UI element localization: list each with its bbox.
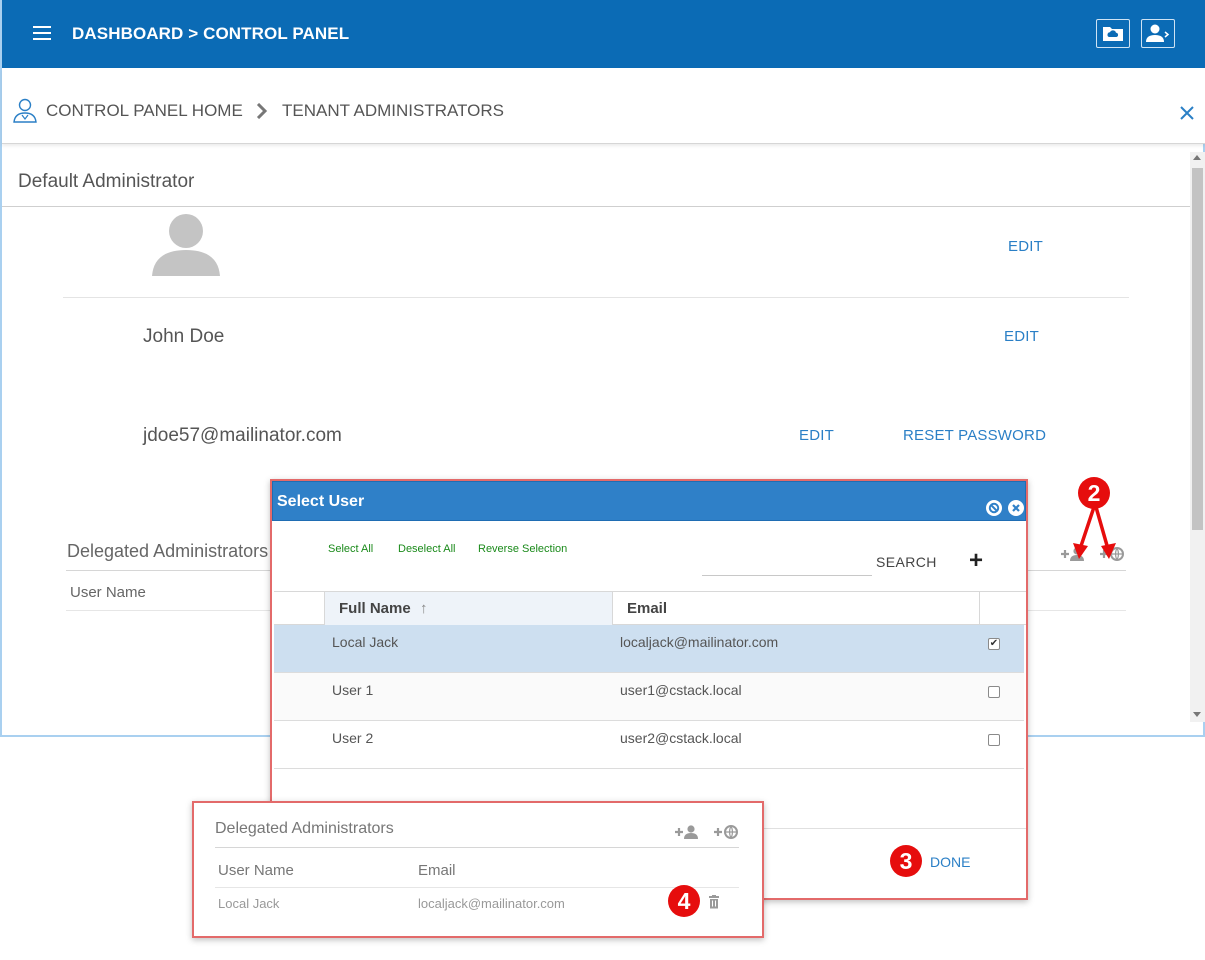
avatar xyxy=(152,212,220,278)
grid-header: Full Name ↑ Email xyxy=(274,591,1026,625)
dialog-header: Select User xyxy=(272,481,1026,521)
cell-username: Local Jack xyxy=(218,896,279,911)
search-input[interactable] xyxy=(702,575,872,576)
row-checkbox[interactable]: ✔ xyxy=(988,638,1000,650)
annotation-badge-3: 3 xyxy=(890,845,922,877)
menu-icon[interactable] xyxy=(33,26,51,42)
cell-fullname: User 2 xyxy=(332,730,373,746)
scrollbar-thumb[interactable] xyxy=(1192,168,1203,530)
delegated-admins-callout: Delegated Administrators User Name Email… xyxy=(192,801,764,938)
divider xyxy=(979,592,980,625)
add-user-button[interactable]: + xyxy=(969,547,983,575)
annotation-arrows-icon xyxy=(1070,503,1130,561)
edit-avatar-button[interactable]: EDIT xyxy=(1008,238,1043,255)
cell-fullname: Local Jack xyxy=(332,634,398,650)
cell-email: user1@cstack.local xyxy=(620,682,742,698)
top-bar: DASHBOARD > CONTROL PANEL xyxy=(2,0,1205,68)
table-row[interactable]: Local Jack localjack@mailinator.com ✔ xyxy=(274,625,1024,673)
column-header-email[interactable]: Email xyxy=(627,600,667,617)
callout-title: Delegated Administrators xyxy=(215,820,394,838)
table-row[interactable]: User 1 user1@cstack.local xyxy=(274,673,1024,721)
add-global-user-icon[interactable] xyxy=(713,824,739,845)
reset-password-button[interactable]: RESET PASSWORD xyxy=(903,427,1046,444)
row-checkbox[interactable] xyxy=(988,686,1000,698)
annotation-badge-4: 4 xyxy=(668,885,700,917)
edit-email-button[interactable]: EDIT xyxy=(799,427,834,444)
divider xyxy=(2,206,1190,207)
table-row[interactable]: User 2 user2@cstack.local xyxy=(274,721,1024,769)
admin-user-icon xyxy=(12,98,38,124)
cloud-folder-icon xyxy=(1102,25,1124,42)
edit-name-button[interactable]: EDIT xyxy=(1004,328,1039,345)
user-logout-icon xyxy=(1146,24,1170,43)
admin-email: jdoe57@mailinator.com xyxy=(143,425,342,447)
add-user-icon[interactable] xyxy=(674,824,700,845)
block-icon[interactable] xyxy=(986,500,1002,516)
row-checkbox[interactable] xyxy=(988,734,1000,746)
select-all-link[interactable]: Select All xyxy=(328,543,373,555)
trash-icon[interactable] xyxy=(708,895,720,909)
reverse-selection-link[interactable]: Reverse Selection xyxy=(478,543,567,555)
scroll-down-icon[interactable] xyxy=(1193,712,1201,717)
admin-name: John Doe xyxy=(143,326,224,348)
breadcrumb-current: TENANT ADMINISTRATORS xyxy=(282,101,504,121)
user-account-button[interactable] xyxy=(1141,19,1175,48)
divider xyxy=(215,847,739,848)
scroll-up-icon[interactable] xyxy=(1193,155,1201,160)
dialog-title: Select User xyxy=(277,493,364,511)
divider xyxy=(215,887,739,888)
cloud-folder-button[interactable] xyxy=(1096,19,1130,48)
chevron-right-icon xyxy=(256,103,268,119)
page-title: DASHBOARD > CONTROL PANEL xyxy=(72,24,349,44)
column-header-fullname-label: Full Name xyxy=(339,600,411,617)
delegated-admins-title: Delegated Administrators xyxy=(67,541,268,562)
cell-email: localjack@mailinator.com xyxy=(620,634,778,650)
column-header-username: User Name xyxy=(218,862,294,879)
close-dialog-icon[interactable] xyxy=(1008,500,1024,516)
cell-email: user2@cstack.local xyxy=(620,730,742,746)
cell-email: localjack@mailinator.com xyxy=(418,896,565,911)
done-button[interactable]: DONE xyxy=(930,854,970,870)
search-button[interactable]: SEARCH xyxy=(876,554,937,570)
divider xyxy=(63,297,1129,298)
breadcrumb-home[interactable]: CONTROL PANEL HOME xyxy=(46,101,243,121)
cell-fullname: User 1 xyxy=(332,682,373,698)
sort-ascending-icon: ↑ xyxy=(420,600,428,617)
close-icon[interactable] xyxy=(1179,105,1195,121)
default-admin-title: Default Administrator xyxy=(18,171,194,193)
column-header-email: Email xyxy=(418,862,456,879)
column-header-username: User Name xyxy=(70,584,146,601)
deselect-all-link[interactable]: Deselect All xyxy=(398,543,455,555)
